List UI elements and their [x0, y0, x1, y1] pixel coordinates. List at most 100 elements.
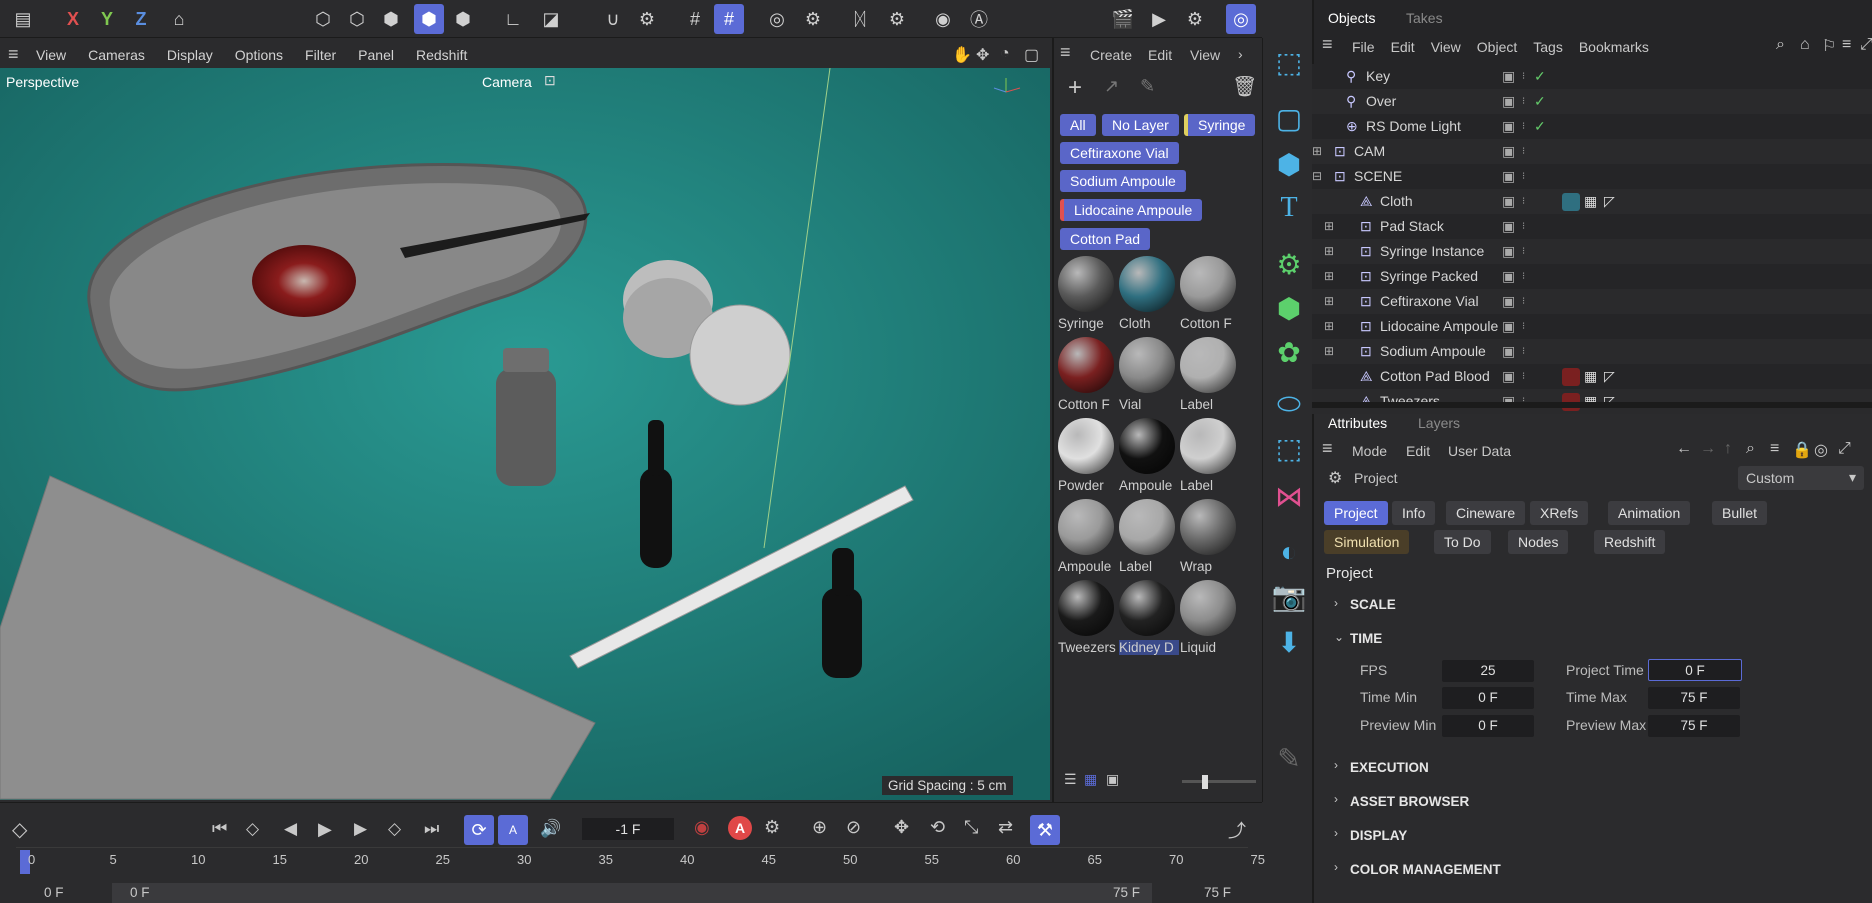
- menu-tags[interactable]: Tags: [1533, 39, 1563, 55]
- attr-tab-info[interactable]: Info: [1392, 501, 1436, 525]
- dots-icon[interactable]: ⁝: [1522, 289, 1525, 314]
- expand-icon[interactable]: ⤢: [1838, 440, 1851, 458]
- visibility-toggle-icon[interactable]: ▣: [1502, 264, 1515, 289]
- rotate-key-icon[interactable]: ⟲: [930, 817, 945, 838]
- chevron-right-icon[interactable]: ›: [1334, 758, 1338, 772]
- visibility-toggle-icon[interactable]: ▣: [1502, 64, 1515, 89]
- home-icon[interactable]: ⌂: [1800, 36, 1810, 54]
- visibility-toggle-icon[interactable]: ▣: [1502, 239, 1515, 264]
- key-position-icon[interactable]: ⊕: [812, 817, 827, 838]
- text-icon[interactable]: T: [1263, 188, 1315, 228]
- filter-ceftiraxone-vial[interactable]: Ceftiraxone Vial: [1060, 142, 1179, 164]
- chevron-right-icon[interactable]: ›: [1238, 46, 1243, 62]
- dots-icon[interactable]: ⁝: [1522, 214, 1525, 239]
- pla-key-icon[interactable]: ⚒: [1030, 815, 1060, 845]
- object-row[interactable]: ⊞ ⊡ Lidocaine Ampoule ▣ ⁝: [1312, 314, 1872, 339]
- autokey-icon[interactable]: A: [498, 815, 528, 845]
- filter-icon[interactable]: ≡: [1842, 36, 1851, 54]
- material-tag-icon[interactable]: [1562, 193, 1580, 211]
- visibility-toggle-icon[interactable]: ▣: [1502, 89, 1515, 114]
- menu-filter[interactable]: Filter: [305, 47, 336, 63]
- go-to-start-icon[interactable]: ⏮: [212, 819, 227, 839]
- material-ampoule[interactable]: Ampoule: [1058, 499, 1118, 574]
- preview-min-field[interactable]: 0 F: [1442, 715, 1534, 737]
- sound-icon[interactable]: 🔊: [540, 819, 561, 839]
- visibility-toggle-icon[interactable]: ▣: [1502, 164, 1515, 189]
- preset-dropdown[interactable]: Custom ▾: [1738, 466, 1864, 490]
- object-row[interactable]: ⟁ Cotton Pad Blood ▣ ⁝ ▦ ◸: [1312, 364, 1872, 389]
- list-view-icon[interactable]: ☰: [1064, 771, 1077, 788]
- x-axis-lock[interactable]: X: [58, 4, 88, 34]
- y-axis-lock[interactable]: Y: [92, 4, 122, 34]
- chevron-right-icon[interactable]: ›: [1334, 826, 1338, 840]
- visibility-toggle-icon[interactable]: ▣: [1502, 289, 1515, 314]
- curve-icon[interactable]: ⤴: [1228, 817, 1246, 843]
- tab-attributes[interactable]: Attributes: [1328, 415, 1387, 431]
- filter-sodium-ampoule[interactable]: Sodium Ampoule: [1060, 170, 1186, 192]
- fps-field[interactable]: 25: [1442, 660, 1534, 682]
- time-max-field[interactable]: 75 F: [1648, 687, 1740, 709]
- attr-tab-to-do[interactable]: To Do: [1434, 530, 1491, 554]
- trash-icon[interactable]: 🗑: [1232, 74, 1257, 99]
- menu-display[interactable]: Display: [167, 47, 213, 63]
- material-hamburger-icon[interactable]: ≡: [1060, 42, 1071, 63]
- material-syringe[interactable]: Syringe: [1058, 256, 1118, 331]
- lock-icon[interactable]: 🔒: [1792, 440, 1812, 460]
- arrow-icon[interactable]: ↗: [1104, 76, 1119, 97]
- expand-icon[interactable]: ⤢: [1860, 36, 1872, 54]
- annotation-icon[interactable]: Ⓐ: [964, 4, 994, 34]
- object-row[interactable]: ⚲ Key ▣ ⁝ ✓: [1312, 64, 1872, 89]
- filter-lidocaine-ampoule[interactable]: Lidocaine Ampoule: [1060, 199, 1203, 221]
- dots-icon[interactable]: ⁝: [1522, 164, 1525, 189]
- play-icon[interactable]: ▶: [318, 819, 332, 840]
- uv-mode-icon[interactable]: ⬢: [448, 4, 478, 34]
- view-icon[interactable]: ◉: [928, 4, 958, 34]
- object-row[interactable]: ⚲ Over ▣ ⁝ ✓: [1312, 89, 1872, 114]
- dots-icon[interactable]: ⁝: [1522, 89, 1525, 114]
- z-axis-lock[interactable]: Z: [126, 4, 156, 34]
- section-execution[interactable]: EXECUTION: [1350, 760, 1429, 775]
- chevron-right-icon[interactable]: ›: [1334, 792, 1338, 806]
- coordinate-system-icon[interactable]: ⌂: [164, 4, 194, 34]
- expand-toggle-icon[interactable]: ⊞: [1324, 214, 1334, 239]
- visibility-toggle-icon[interactable]: ▣: [1502, 139, 1515, 164]
- deformer-icon[interactable]: ✿: [1263, 332, 1315, 372]
- project-time-field[interactable]: 0 F: [1648, 659, 1742, 681]
- record-icon[interactable]: ◉: [694, 817, 710, 838]
- go-to-end-icon[interactable]: ⏭: [424, 819, 439, 839]
- attr-tab-cineware[interactable]: Cineware: [1446, 501, 1526, 525]
- filter-cotton-pad[interactable]: Cotton Pad: [1060, 228, 1151, 250]
- expand-toggle-icon[interactable]: ⊞: [1324, 264, 1334, 289]
- grid-view-icon[interactable]: ▦: [1084, 771, 1097, 788]
- app-menu-icon[interactable]: ▤: [8, 4, 38, 34]
- visibility-toggle-icon[interactable]: ▣: [1502, 189, 1515, 214]
- soft-selection-icon[interactable]: ◎: [762, 4, 792, 34]
- grid-snap-icon[interactable]: #: [680, 4, 710, 34]
- up-arrow-icon[interactable]: ↑: [1724, 440, 1732, 458]
- rectangle-icon[interactable]: ▢: [1263, 98, 1315, 138]
- menu-file[interactable]: File: [1352, 39, 1375, 55]
- object-row[interactable]: ⊞ ⊡ Syringe Instance ▣ ⁝: [1312, 239, 1872, 264]
- object-row[interactable]: ⊞ ⊡ Syringe Packed ▣ ⁝: [1312, 264, 1872, 289]
- tag-icon[interactable]: ⬭: [1263, 384, 1315, 424]
- expand-toggle-icon[interactable]: ⊞: [1312, 139, 1322, 164]
- loop-icon[interactable]: ⟳: [464, 815, 494, 845]
- light-icon[interactable]: ⬇: [1263, 622, 1315, 662]
- polygons-mode-icon[interactable]: ⬢: [376, 4, 406, 34]
- visibility-toggle-icon[interactable]: ▣: [1502, 114, 1515, 139]
- tab-objects[interactable]: Objects: [1328, 10, 1375, 26]
- expand-toggle-icon[interactable]: ⊟: [1312, 164, 1322, 189]
- expand-toggle-icon[interactable]: ⊞: [1324, 314, 1334, 339]
- menu-panel[interactable]: Panel: [358, 47, 394, 63]
- menu-edit[interactable]: Edit: [1391, 39, 1415, 55]
- key-rotation-icon[interactable]: ⊘: [846, 817, 861, 838]
- material-label[interactable]: Label: [1119, 499, 1179, 574]
- dots-icon[interactable]: ⁝: [1522, 339, 1525, 364]
- camera-lock-icon[interactable]: ⊡: [544, 72, 556, 89]
- points-mode-icon[interactable]: ⬡: [308, 4, 338, 34]
- forward-arrow-icon[interactable]: →: [1700, 440, 1716, 458]
- dots-icon[interactable]: ⁝: [1522, 364, 1525, 389]
- rotate-view-icon[interactable]: ◔: [1000, 45, 1010, 63]
- move-key-icon[interactable]: ✥: [894, 817, 909, 838]
- chevron-down-icon[interactable]: ⌄: [1334, 630, 1344, 644]
